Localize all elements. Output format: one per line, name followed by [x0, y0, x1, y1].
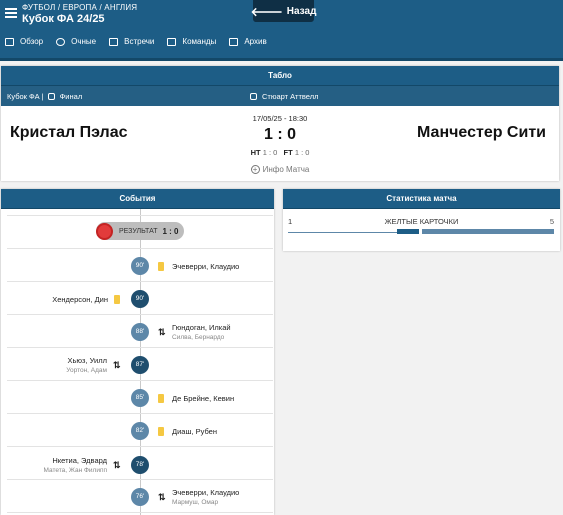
- divider: [7, 413, 273, 414]
- match-info-label: Инфо Матча: [262, 165, 310, 174]
- event-player-out[interactable]: Уортон, Адам: [66, 367, 107, 374]
- result-score: 1 : 0: [162, 226, 179, 236]
- event-player-out[interactable]: Матета, Жан Филипп: [43, 467, 107, 474]
- top-bar: ФУТБОЛ / ЕВРОПА / АНГЛИЯ Кубок ФА 24/25 …: [0, 0, 563, 61]
- stage-label: Финал: [59, 91, 83, 101]
- event-minute: 90': [131, 290, 149, 308]
- nav-label: Архив: [244, 37, 267, 46]
- back-label: Назад: [286, 5, 317, 17]
- scoreboard-panel: Табло Кубок ФА | Финал Стюарт Аттвелл Кр…: [1, 66, 559, 181]
- result-badge: РЕЗУЛЬТАТ 1 : 0: [96, 222, 184, 240]
- match-meta: Кубок ФА | Финал Стюарт Аттвелл: [1, 86, 559, 106]
- divider: [7, 446, 273, 447]
- divider: [7, 281, 273, 282]
- ft-score: 1 : 0: [294, 148, 310, 157]
- stat-label: ЖЕЛТЫЕ КАРТОЧКИ: [384, 217, 459, 226]
- whistle-icon: [250, 92, 257, 100]
- menu-icon[interactable]: [5, 8, 17, 18]
- arrow-left-icon: 🡐: [250, 4, 283, 19]
- result-dot-icon: [96, 222, 113, 240]
- ht-score: 1 : 0: [262, 148, 278, 157]
- stats-panel: Статистика матча ЖЕЛТЫЕ КАРТОЧКИ 1 5: [283, 189, 560, 251]
- event-minute: 87': [131, 356, 149, 374]
- divider: [7, 347, 273, 348]
- nav-label: Очные: [71, 37, 97, 46]
- event-player[interactable]: Эчеверри, Клаудио: [172, 262, 239, 271]
- nav-h2h[interactable]: Очные: [56, 37, 96, 46]
- result-label: РЕЗУЛЬТАТ: [119, 227, 158, 235]
- divider: [7, 479, 273, 480]
- plus-circle-icon: +: [250, 165, 260, 174]
- substitution-icon: ⇅: [158, 327, 166, 337]
- yellow-card-icon: [158, 394, 164, 403]
- nav-label: Встречи: [124, 37, 155, 46]
- divider: [7, 215, 273, 216]
- nav-archive[interactable]: Архив: [229, 37, 267, 46]
- stat-bar-home-fill: [397, 229, 419, 234]
- nav-matches[interactable]: Встречи: [109, 37, 154, 46]
- events-panel: События РЕЗУЛЬТАТ 1 : 0 90' Эчеверри, Кл…: [1, 189, 274, 515]
- stat-bar-away-fill: [422, 229, 554, 234]
- event-player[interactable]: Диаш, Рубен: [172, 427, 217, 436]
- event-player[interactable]: Хьюз, Уилл: [67, 356, 107, 365]
- stats-title: Статистика матча: [283, 189, 560, 209]
- event-player-out[interactable]: Мармуш, Омар: [172, 499, 218, 506]
- tournament-link[interactable]: Кубок ФА |: [7, 92, 44, 101]
- shirt-icon: [167, 37, 177, 46]
- nav-teams[interactable]: Команды: [167, 37, 216, 46]
- divider: [7, 380, 273, 381]
- back-button[interactable]: 🡐 Назад: [250, 0, 317, 22]
- yellow-card-icon: [158, 427, 164, 436]
- users-icon: [56, 37, 66, 46]
- event-minute: 85': [131, 389, 149, 407]
- event-player[interactable]: Хендерсон, Дин: [52, 295, 108, 304]
- events-title: События: [1, 189, 274, 209]
- divider: [7, 512, 273, 513]
- yellow-card-icon: [158, 262, 164, 271]
- match-nav: Обзор Очные Встречи Команды Архив: [5, 37, 280, 46]
- stat-away-value: 5: [549, 217, 554, 226]
- calendar-icon: [109, 37, 119, 46]
- event-player[interactable]: Гюндоган, Илкай: [172, 323, 231, 332]
- event-minute: 88': [131, 323, 149, 341]
- stat-home-value: 1: [288, 217, 293, 226]
- yellow-card-icon: [114, 295, 120, 304]
- scoreboard-title: Табло: [1, 66, 559, 86]
- event-player-out[interactable]: Силва, Бернардо: [172, 334, 224, 341]
- event-minute: 82': [131, 422, 149, 440]
- grid-icon: [5, 37, 14, 46]
- half-scores: HT 1 : 0 FT 1 : 0: [1, 148, 559, 157]
- breadcrumb[interactable]: ФУТБОЛ / ЕВРОПА / АНГЛИЯ: [22, 3, 137, 12]
- ht-label: HT: [250, 148, 261, 157]
- ft-label: FT: [283, 148, 293, 157]
- event-player[interactable]: Де Брейне, Кевин: [172, 394, 234, 403]
- folder-icon: [229, 37, 239, 46]
- nav-label: Команды: [182, 37, 217, 46]
- nav-overview[interactable]: Обзор: [5, 37, 43, 46]
- referee: Стюарт Аттвелл: [246, 86, 318, 106]
- match-datetime: 17/05/25 - 18:30: [252, 114, 308, 123]
- trophy-icon: [47, 92, 55, 100]
- event-minute: 90': [131, 257, 149, 275]
- event-player[interactable]: Нкетиа, Эдвард: [52, 456, 107, 465]
- substitution-icon: ⇅: [113, 360, 121, 370]
- nav-label: Обзор: [20, 37, 44, 46]
- event-player[interactable]: Эчеверри, Клаудио: [172, 488, 239, 497]
- away-team[interactable]: Манчестер Сити: [417, 124, 546, 142]
- event-minute: 76': [131, 488, 149, 506]
- divider: [7, 314, 273, 315]
- divider: [7, 248, 273, 249]
- stat-bar: [288, 229, 554, 234]
- competition-title[interactable]: Кубок ФА 24/25: [22, 13, 105, 25]
- substitution-icon: ⇅: [158, 492, 166, 502]
- referee-name: Стюарт Аттвелл: [262, 91, 319, 101]
- event-minute: 78': [131, 456, 149, 474]
- substitution-icon: ⇅: [113, 460, 121, 470]
- match-info-button[interactable]: + Инфо Матча: [1, 165, 559, 174]
